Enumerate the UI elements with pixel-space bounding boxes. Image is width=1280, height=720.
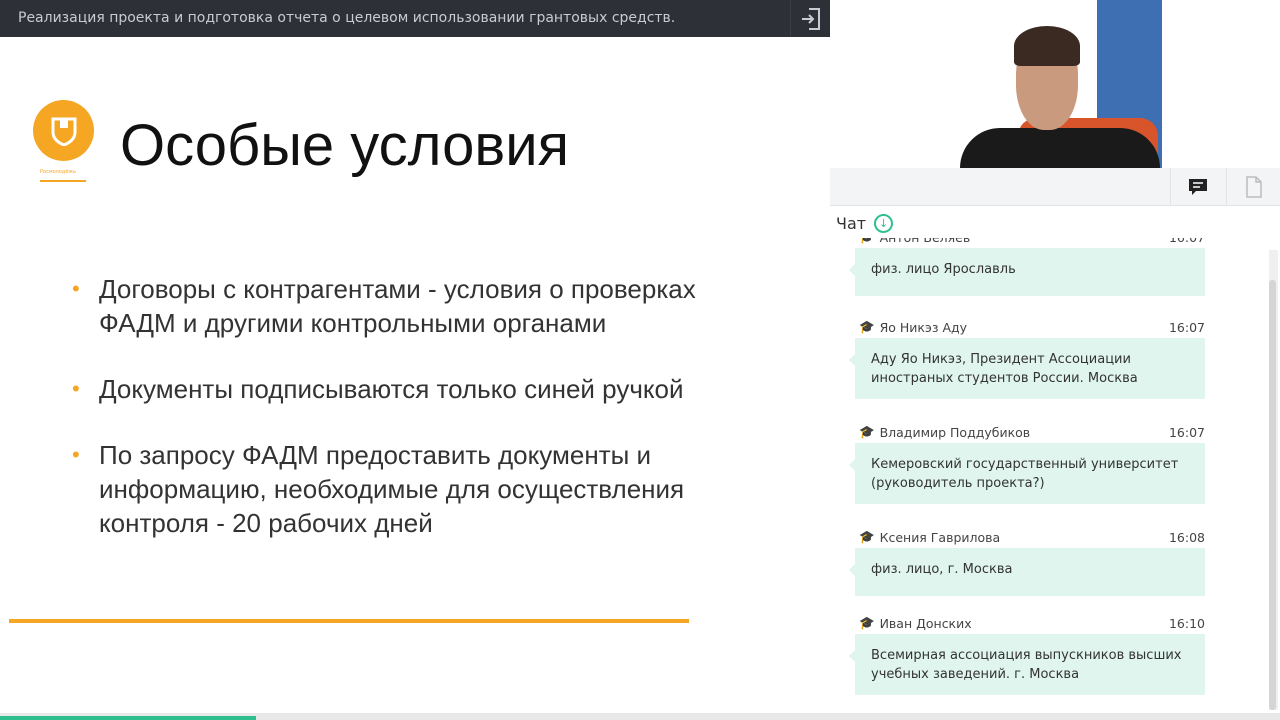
message-author: Яо Никэз Аду	[879, 319, 968, 335]
message-time: 16:07	[1168, 424, 1205, 440]
message-time: 16:07	[1169, 238, 1205, 245]
bullet-dot: •	[72, 442, 80, 467]
tab-files[interactable]	[1226, 168, 1280, 206]
message-meta: 🎓 Антон Беляев 16:07	[855, 238, 1205, 248]
chat-messages: 🎓 Антон Беляев 16:07 физ. лицо Ярославль 🎓 Яо…	[831, 238, 1269, 710]
graduation-cap-icon: 🎓	[859, 424, 875, 439]
scrollbar-thumb[interactable]	[1269, 280, 1276, 710]
video-presenter-hair	[1014, 26, 1080, 66]
graduation-cap-icon: 🎓	[859, 319, 875, 334]
bullet-text: По запросу ФАДМ предоставить документы и…	[99, 440, 685, 538]
webinar-title-bar: Реализация проекта и подготовка отчета о…	[0, 0, 830, 37]
chat-title: Чат	[836, 214, 867, 233]
video-presenter-body	[960, 128, 1160, 168]
logo	[33, 100, 94, 161]
exit-button[interactable]	[790, 0, 830, 37]
slide-divider	[9, 619, 689, 623]
message-bubble: Всемирная ассоциация выпускников высших …	[849, 634, 1205, 695]
side-panel-tabs	[830, 168, 1280, 206]
chat-message: 🎓 Иван Донских 16:10 Всемирная ассоциация в…	[849, 612, 1205, 695]
message-author: Владимир Поддубиков	[879, 424, 1031, 440]
logo-underline	[40, 180, 86, 182]
bullet-item: • Договоры с контрагентами - условия о пр…	[72, 272, 772, 340]
message-bubble: физ. лицо Ярославль	[849, 248, 1205, 296]
chat-message: 🎓 Ксения Гаврилова 16:08 физ. лицо, г. Моск…	[849, 526, 1205, 596]
message-time: 16:10	[1168, 615, 1205, 631]
chat-message: 🎓 Яо Никэз Аду 16:07 Аду Яо Никэз, Президен…	[849, 316, 1205, 399]
message-meta: 🎓 Владимир Поддубиков 16:07	[855, 421, 1205, 443]
message-bubble: Аду Яо Никэз, Президент Ассоциации иност…	[849, 338, 1205, 399]
slide-title: Особые условия	[120, 113, 570, 178]
message-meta: 🎓 Ксения Гаврилова 16:08	[855, 526, 1205, 548]
chat-scrollbar[interactable]	[1269, 250, 1278, 710]
webinar-title: Реализация проекта и подготовка отчета о…	[18, 10, 676, 26]
exit-icon	[801, 7, 820, 30]
message-bubble: физ. лицо, г. Москва	[849, 548, 1205, 596]
bullet-text: Договоры с контрагентами - условия о про…	[99, 274, 696, 338]
chat-icon	[1188, 179, 1207, 195]
graduation-cap-icon: 🎓	[859, 238, 875, 245]
presentation-slide: Росмолодёжь Особые условия • Договоры с к…	[0, 37, 830, 713]
message-bubble: Кемеровский государственный университет …	[849, 443, 1205, 504]
tab-chat[interactable]	[1170, 168, 1224, 206]
message-time: 16:08	[1168, 529, 1205, 545]
graduation-cap-icon: 🎓	[859, 529, 875, 544]
presenter-video[interactable]	[830, 0, 1280, 168]
shield-icon	[51, 117, 76, 146]
bullet-item: • По запросу ФАДМ предоставить документы …	[72, 438, 772, 540]
chat-header: Чат ↓	[836, 214, 894, 233]
progress-fill	[0, 716, 256, 720]
download-icon[interactable]: ↓	[874, 214, 894, 233]
message-meta: 🎓 Яо Никэз Аду 16:07	[855, 316, 1205, 338]
graduation-cap-icon: 🎓	[859, 615, 875, 630]
bullet-dot: •	[72, 276, 80, 301]
message-author: Антон Беляев	[880, 238, 971, 245]
message-author: Иван Донских	[879, 615, 972, 631]
logo-text: Росмолодёжь	[40, 169, 76, 175]
bullet-list: • Договоры с контрагентами - условия о пр…	[72, 272, 772, 572]
document-icon	[1245, 176, 1262, 198]
chat-message: 🎓 Антон Беляев 16:07 физ. лицо Ярославль	[849, 238, 1205, 296]
bullet-dot: •	[72, 376, 80, 401]
message-time: 16:07	[1168, 319, 1205, 335]
chat-message: 🎓 Владимир Поддубиков 16:07 Кемеровский гос…	[849, 421, 1205, 504]
bullet-text: Документы подписываются только синей руч…	[99, 374, 684, 404]
message-meta: 🎓 Иван Донских 16:10	[855, 612, 1205, 634]
message-author: Ксения Гаврилова	[879, 529, 1001, 545]
bullet-item: • Документы подписываются только синей ру…	[72, 372, 772, 406]
presentation-progress-bar	[0, 713, 1280, 720]
